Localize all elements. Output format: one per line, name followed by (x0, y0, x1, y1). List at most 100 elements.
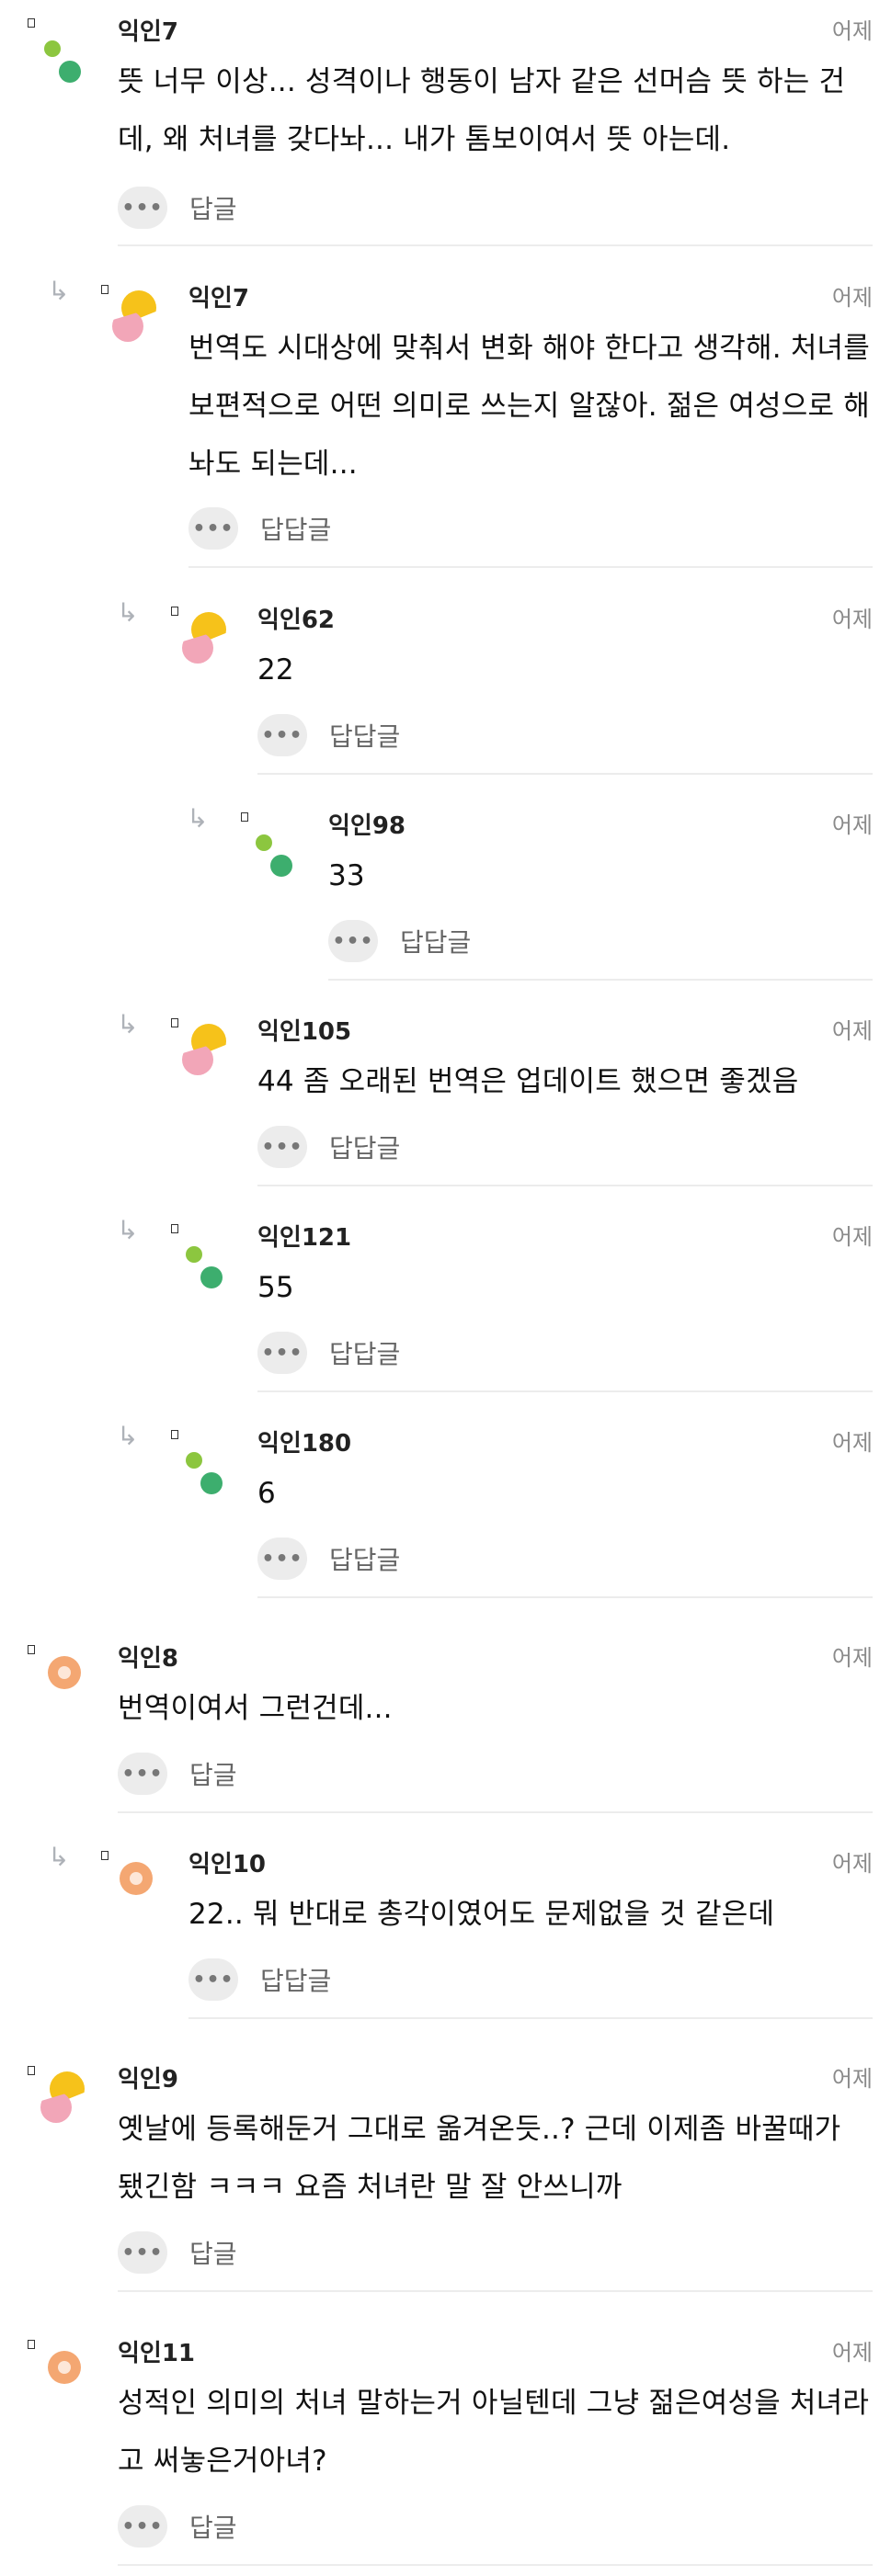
more-options-button[interactable]: ••• (257, 714, 307, 756)
reply-button[interactable]: 답글 (189, 2508, 237, 2545)
more-options-button[interactable]: ••• (257, 1538, 307, 1580)
comment-time: 어제 (831, 812, 873, 838)
comment-time: 어제 (831, 1430, 873, 1456)
more-options-button[interactable]: ••• (188, 507, 238, 550)
comment-text: 33 (328, 859, 365, 892)
comment-time: 어제 (831, 18, 873, 44)
comment-text: 성적인 의미의 처녀 말하는거 아닐텐데 그냥 젊은여성을 처녀라고 써놓은거아… (118, 2387, 870, 2478)
comment-reply: ↳ 익인7 어제 번역도 시대상에 맞춰서 변화 해야 한다고 생각해. 처녀를… (0, 267, 891, 570)
divider (188, 566, 873, 568)
comment-author: 익인8 (118, 1645, 178, 1673)
reply-arrow-icon: ↳ (48, 276, 70, 306)
comment-author: 익인121 (257, 1224, 352, 1252)
marker-icon (28, 2340, 35, 2349)
avatar-dots-icon (180, 1430, 223, 1494)
marker-icon (101, 1851, 109, 1860)
comment-text: 뜻 너무 이상... 성격이나 행동이 남자 같은 선머슴 뜻 하는 건데, 왜… (118, 65, 846, 156)
reply-button[interactable]: 답글 (189, 1755, 237, 1792)
avatar-dots-icon (39, 18, 81, 83)
comment: 익인8 어제 번역이여서 그런건데... ••• 답글 (0, 1627, 891, 1815)
divider (188, 2017, 873, 2019)
comment-reply: ↳ 익인121 어제 55 ••• 답답글 (0, 1206, 891, 1394)
divider (257, 773, 873, 775)
comment-thread: 익인7 어제 뜻 너무 이상... 성격이나 행동이 남자 같은 선머슴 뜻 하… (0, 0, 891, 2576)
comment-time: 어제 (831, 607, 873, 632)
comment-time: 어제 (831, 2066, 873, 2092)
divider (118, 2290, 873, 2292)
divider (257, 1390, 873, 1392)
avatar-circle-icon (44, 2340, 85, 2388)
reply-arrow-icon: ↳ (117, 597, 139, 628)
reply-button[interactable]: 답글 (189, 189, 237, 226)
marker-icon (101, 285, 109, 294)
comment-reply: ↳ 익인62 어제 22 ••• 답답글 (0, 588, 891, 777)
reply-button[interactable]: 답답글 (400, 923, 471, 959)
marker-icon (241, 812, 248, 822)
more-options-button[interactable]: ••• (118, 2505, 167, 2548)
reply-button[interactable]: 답답글 (329, 1540, 400, 1577)
comment-time: 어제 (831, 1018, 873, 1044)
marker-icon (28, 18, 35, 28)
reply-arrow-icon: ↳ (117, 1009, 139, 1039)
reply-button[interactable]: 답답글 (329, 1129, 400, 1165)
divider (328, 979, 873, 981)
comment-time: 어제 (831, 1224, 873, 1250)
more-options-button[interactable]: ••• (188, 1958, 238, 2001)
reply-arrow-icon: ↳ (187, 803, 209, 834)
reply-arrow-icon: ↳ (48, 1842, 70, 1872)
avatar-dots-icon (180, 1224, 223, 1288)
comment-author: 익인105 (257, 1018, 352, 1046)
comment-author: 익인7 (188, 285, 249, 312)
marker-icon (28, 1645, 35, 1654)
marker-icon (171, 607, 178, 616)
comment-text: 옛날에 등록해둔거 그대로 옮겨온듯..? 근데 이제좀 바꿀때가 됐긴함 ㅋㅋ… (118, 2113, 841, 2204)
divider (118, 2564, 873, 2566)
more-options-button[interactable]: ••• (118, 187, 167, 229)
comment-author: 익인180 (257, 1430, 352, 1458)
reply-button[interactable]: 답답글 (260, 1961, 331, 1998)
comment-text: 번역이여서 그런건데... (118, 1692, 393, 1725)
comment: 익인11 어제 성적인 의미의 처녀 말하는거 아닐텐데 그냥 젊은여성을 처녀… (0, 2321, 891, 2570)
comment-reply: ↳ 익인10 어제 22.. 뭐 반대로 총각이였어도 문제없을 것 같은데 •… (0, 1833, 891, 2021)
avatar-sun-icon (182, 607, 226, 664)
marker-icon (171, 1018, 178, 1027)
avatar-sun-icon (182, 1018, 226, 1075)
more-options-button[interactable]: ••• (257, 1126, 307, 1168)
reply-arrow-icon: ↳ (117, 1421, 139, 1451)
divider (257, 1596, 873, 1598)
comment-time: 어제 (831, 1851, 873, 1877)
comment-author: 익인7 (118, 18, 178, 46)
comment-text: 55 (257, 1271, 294, 1304)
reply-button[interactable]: 답답글 (260, 510, 331, 547)
more-options-button[interactable]: ••• (328, 920, 378, 962)
comment: 익인9 어제 옛날에 등록해둔거 그대로 옮겨온듯..? 근데 이제좀 바꿀때가… (0, 2048, 891, 2292)
comment-text: 번역도 시대상에 맞춰서 변화 해야 한다고 생각해. 처녀를 보편적으로 어떤… (188, 332, 870, 481)
reply-arrow-icon: ↳ (117, 1215, 139, 1245)
avatar-circle-icon (116, 1851, 156, 1899)
comment-text: 22.. 뭐 반대로 총각이였어도 문제없을 것 같은데 (188, 1898, 775, 1931)
comment-reply: ↳ 익인180 어제 6 ••• 답답글 (0, 1412, 891, 1600)
more-options-button[interactable]: ••• (257, 1332, 307, 1374)
comment-text: 44 좀 오래된 번역은 업데이트 했으면 좋겠음 (257, 1065, 799, 1098)
comment-text: 6 (257, 1477, 276, 1510)
comment-reply: ↳ 익인98 어제 33 ••• 답답글 (0, 794, 891, 982)
comment: 익인7 어제 뜻 너무 이상... 성격이나 행동이 남자 같은 선머슴 뜻 하… (0, 0, 891, 248)
avatar-dots-icon (250, 812, 292, 877)
marker-icon (171, 1224, 178, 1233)
divider (118, 244, 873, 246)
comment-author: 익인11 (118, 2340, 196, 2367)
more-options-button[interactable]: ••• (118, 2231, 167, 2274)
reply-button[interactable]: 답답글 (329, 1334, 400, 1371)
reply-button[interactable]: 답글 (189, 2234, 237, 2271)
avatar-sun-icon (112, 285, 156, 342)
divider (257, 1185, 873, 1186)
avatar-circle-icon (44, 1645, 85, 1693)
comment-author: 익인98 (328, 812, 406, 840)
comment-time: 어제 (831, 1645, 873, 1671)
comment-author: 익인9 (118, 2066, 178, 2094)
more-options-button[interactable]: ••• (118, 1753, 167, 1795)
comment-reply: ↳ 익인105 어제 44 좀 오래된 번역은 업데이트 했으면 좋겠음 •••… (0, 1000, 891, 1188)
divider (118, 1811, 873, 1813)
reply-button[interactable]: 답답글 (329, 717, 400, 754)
comment-time: 어제 (831, 285, 873, 311)
